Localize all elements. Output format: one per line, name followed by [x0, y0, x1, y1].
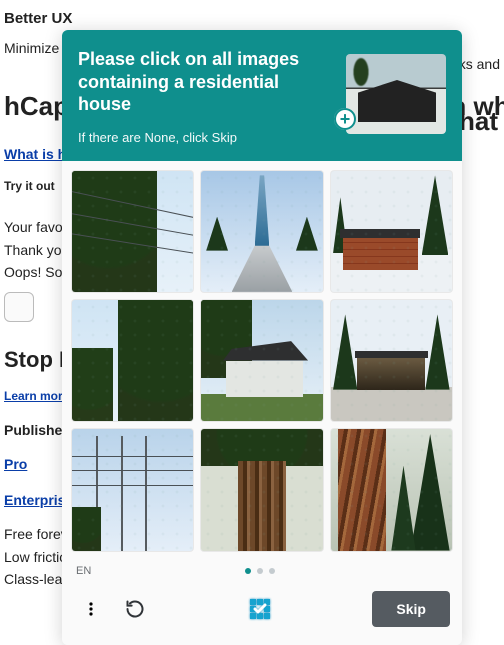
captcha-language[interactable]: EN	[76, 565, 91, 577]
hcaptcha-logo-icon	[244, 593, 276, 625]
page-dot	[245, 568, 251, 574]
refresh-icon[interactable]	[122, 596, 148, 622]
skip-button[interactable]: Skip	[372, 591, 450, 627]
captcha-tile[interactable]	[72, 429, 193, 550]
page-dot	[269, 568, 275, 574]
link-pro[interactable]: Pro	[4, 456, 27, 472]
bg-hdr-ux: Better UX	[4, 8, 500, 30]
captcha-tile[interactable]	[72, 300, 193, 421]
captcha-header: Please click on all images containing a …	[62, 30, 462, 161]
menu-icon[interactable]	[78, 596, 104, 622]
page-dot	[257, 568, 263, 574]
captcha-prompt: Please click on all images containing a …	[78, 48, 332, 116]
captcha-example-image: +	[346, 48, 446, 136]
captcha-modal: Please click on all images containing a …	[62, 30, 462, 645]
captcha-none-hint: If there are None, click Skip	[78, 130, 332, 145]
captcha-tile[interactable]	[201, 429, 322, 550]
captcha-tile[interactable]	[72, 171, 193, 292]
link-learn-more[interactable]: Learn more	[4, 389, 69, 403]
captcha-tile[interactable]	[331, 171, 452, 292]
captcha-tile[interactable]	[201, 171, 322, 292]
captcha-tile[interactable]	[331, 429, 452, 550]
captcha-checkbox-stub[interactable]	[4, 292, 34, 322]
captcha-image-grid	[62, 161, 462, 557]
captcha-page-dots	[91, 568, 428, 574]
captcha-tile[interactable]	[331, 300, 452, 421]
captcha-footer: EN	[62, 557, 462, 645]
captcha-tile[interactable]	[201, 300, 322, 421]
zoom-example-icon[interactable]: +	[334, 108, 356, 130]
